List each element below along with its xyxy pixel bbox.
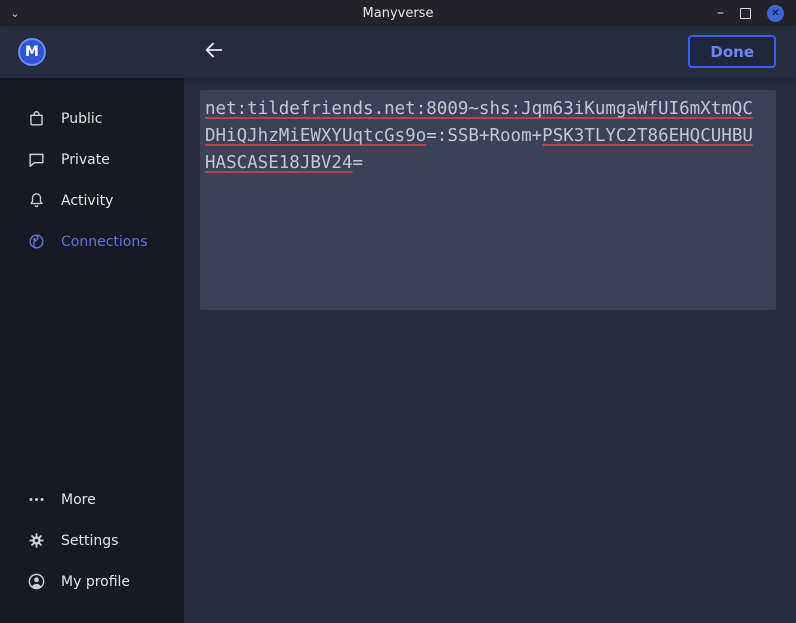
code-segment: HASCASE18JBV24 [205, 153, 353, 173]
sidebar-item-label: Connections [61, 234, 148, 250]
manyverse-logo: M [18, 38, 46, 66]
main-content: net:tildefriends.net:8009~shs:Jqm63iKumg… [184, 78, 796, 623]
code-line: net:tildefriends.net:8009~shs:Jqm63iKumg… [205, 96, 771, 123]
public-icon [27, 109, 46, 128]
code-line: HASCASE18JBV24= [205, 150, 771, 177]
sidebar-item-label: Settings [61, 533, 118, 549]
close-icon[interactable]: ✕ [767, 5, 784, 22]
more-icon [27, 490, 46, 509]
back-button[interactable] [200, 38, 228, 66]
sidebar-item-label: More [61, 492, 96, 508]
sidebar-item-settings[interactable]: Settings [0, 520, 184, 561]
titlebar: ⌄ Manyverse – ✕ [0, 0, 796, 26]
profile-icon [27, 572, 46, 591]
sidebar-item-label: Activity [61, 193, 113, 209]
activity-icon [27, 191, 46, 210]
code-segment: net:tildefriends.net:8009~shs:Jqm63iKumg… [205, 99, 753, 119]
sidebar-item-my-profile[interactable]: My profile [0, 561, 184, 602]
code-segment: DHiQJhzMiEWXYUqtcGs9o [205, 126, 426, 146]
sidebar-item-public[interactable]: Public [0, 98, 184, 139]
code-segment: =:SSB+Room+ [426, 126, 542, 146]
window-controls: – ✕ [717, 5, 796, 22]
minimize-icon[interactable]: – [717, 8, 724, 18]
done-button[interactable]: Done [688, 35, 776, 68]
gear-icon [27, 531, 46, 550]
sidebar-item-label: Private [61, 152, 110, 168]
code-segment: PSK3TLYC2T86EHQCUHBU [542, 126, 753, 146]
connections-icon [27, 232, 46, 251]
private-icon [27, 150, 46, 169]
sidebar-item-more[interactable]: More [0, 479, 184, 520]
sidebar-item-activity[interactable]: Activity [0, 180, 184, 221]
invite-code-editor[interactable]: net:tildefriends.net:8009~shs:Jqm63iKumg… [200, 90, 776, 310]
code-line: DHiQJhzMiEWXYUqtcGs9o=:SSB+Room+PSK3TLYC… [205, 123, 771, 150]
sidebar-item-label: My profile [61, 574, 130, 590]
sidebar-top-group: Public Private Activity [0, 78, 184, 262]
sidebar-item-connections[interactable]: Connections [0, 221, 184, 262]
arrow-left-icon [203, 39, 225, 65]
code-segment: = [353, 153, 364, 173]
window-menu-icon[interactable]: ⌄ [0, 7, 30, 20]
sidebar-bottom-group: More [0, 479, 184, 602]
restore-icon[interactable] [740, 8, 751, 19]
window-title: Manyverse [0, 6, 796, 21]
sidebar-item-label: Public [61, 111, 102, 127]
app-header: M Done [0, 26, 796, 78]
sidebar-item-private[interactable]: Private [0, 139, 184, 180]
sidebar: Public Private Activity [0, 78, 184, 623]
